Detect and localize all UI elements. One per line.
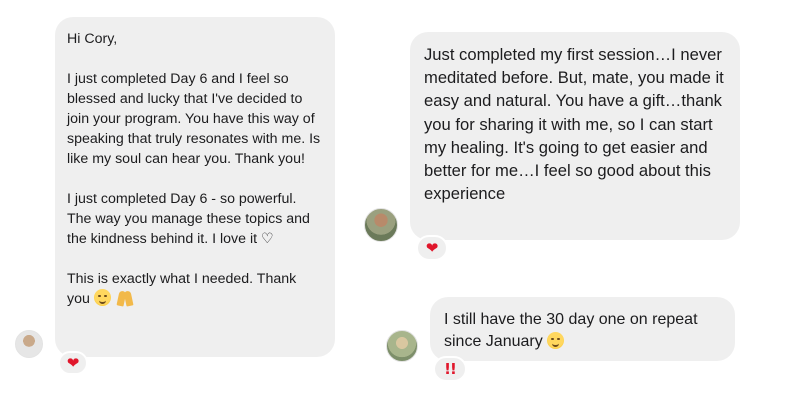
- smiling-face-icon: [93, 289, 111, 306]
- reaction-badge[interactable]: ❤: [58, 351, 88, 375]
- avatar[interactable]: [364, 208, 398, 242]
- heart-icon: ❤: [66, 353, 80, 372]
- reaction-badge[interactable]: !!: [433, 356, 467, 382]
- reaction-badge[interactable]: ❤: [416, 235, 448, 261]
- message-paragraph: I just completed Day 6 and I feel so ble…: [67, 71, 321, 167]
- message-greeting: Hi Cory,: [67, 31, 118, 47]
- relieved-face-icon: [546, 332, 564, 349]
- message-bubble-left[interactable]: Hi Cory, I just completed Day 6 and I fe…: [55, 17, 335, 357]
- message-paragraph: I still have the 30 day one on repeat si…: [444, 309, 721, 353]
- heart-icon: ❤: [425, 238, 439, 257]
- message-text: Just completed my first session…I never …: [424, 45, 724, 204]
- message-bubble-right[interactable]: Just completed my first session…I never …: [410, 32, 740, 240]
- message-text: I still have the 30 day one on repeat si…: [444, 311, 698, 350]
- message-bubble-right[interactable]: I still have the 30 day one on repeat si…: [430, 297, 735, 361]
- avatar[interactable]: [15, 330, 43, 358]
- message-paragraph: I just completed Day 6 - so powerful. Th…: [67, 191, 310, 247]
- message-paragraph: This is exactly what I needed. Thank you: [67, 269, 323, 309]
- folded-hands-icon: [117, 290, 133, 306]
- avatar[interactable]: [386, 330, 418, 362]
- double-exclamation-icon: !!: [444, 360, 457, 378]
